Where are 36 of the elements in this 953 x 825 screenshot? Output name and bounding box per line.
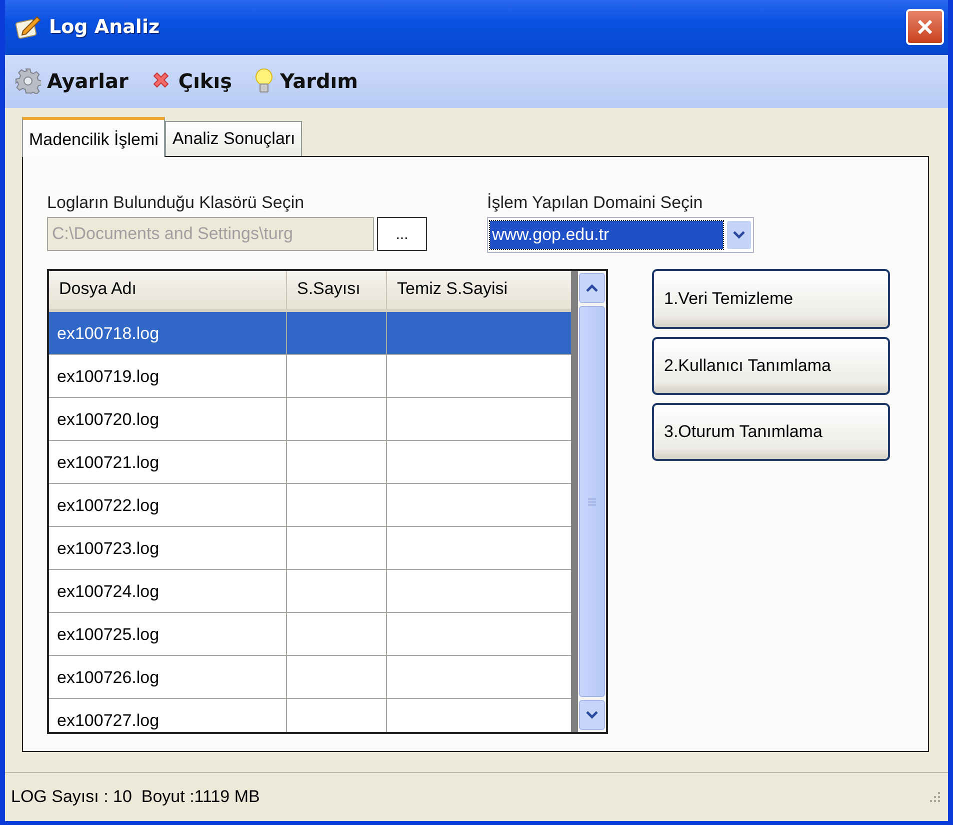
action-button[interactable]: 3.Oturum Tanımlama	[652, 403, 890, 461]
file-name: ex100727.log	[49, 699, 287, 732]
table-row[interactable]: ex100720.log	[49, 398, 572, 441]
field-label: Logların Bulunduğu Klasörü Seçin	[47, 193, 306, 213]
file-name: ex100725.log	[49, 613, 287, 655]
table-row[interactable]: ex100724.log	[49, 570, 572, 613]
file-name: ex100720.log	[49, 398, 287, 440]
column-header[interactable]: Dosya Adı	[49, 271, 287, 309]
window-title: Log Analiz	[49, 16, 161, 38]
file-name: ex100726.log	[49, 656, 287, 698]
table-row[interactable]: ex100725.log	[49, 613, 572, 656]
tab[interactable]: Madencilik İşlemi	[22, 117, 166, 157]
table-row[interactable]: ex100718.log	[49, 312, 572, 355]
table-row[interactable]: ex100726.log	[49, 656, 572, 699]
column-header[interactable]: S.Sayısı	[287, 271, 387, 309]
table-row[interactable]: ex100723.log	[49, 527, 572, 570]
table-row[interactable]: ex100719.log	[49, 355, 572, 398]
tab[interactable]: Analiz Sonuçları	[165, 121, 302, 156]
table-row[interactable]: ex100721.log	[49, 441, 572, 484]
table-row[interactable]: ex100722.log	[49, 484, 572, 527]
file-name: ex100719.log	[49, 355, 287, 397]
file-name: ex100718.log	[49, 312, 287, 354]
domain-dropdown[interactable]: www.gop.edu.tr	[487, 217, 754, 253]
file-name: ex100724.log	[49, 570, 287, 612]
menu-item[interactable]: Çıkış	[150, 69, 232, 94]
action-button[interactable]: 2.Kullanıcı Tanımlama	[652, 337, 890, 395]
action-button[interactable]: 1.Veri Temizleme	[652, 269, 890, 329]
status-text: LOG Sayısı : 10 Boyut :1119 MB	[11, 787, 260, 807]
column-header[interactable]: Temiz S.Sayisi	[387, 271, 572, 309]
file-name: ex100721.log	[49, 441, 287, 483]
table-row[interactable]: ex100727.log	[49, 699, 572, 732]
file-name: ex100722.log	[49, 484, 287, 526]
file-name: ex100723.log	[49, 527, 287, 569]
field-label: İşlem Yapılan Domaini Seçin	[487, 193, 704, 213]
menu-item[interactable]: Ayarlar	[15, 68, 128, 94]
menu-item[interactable]: Yardım	[254, 67, 358, 96]
